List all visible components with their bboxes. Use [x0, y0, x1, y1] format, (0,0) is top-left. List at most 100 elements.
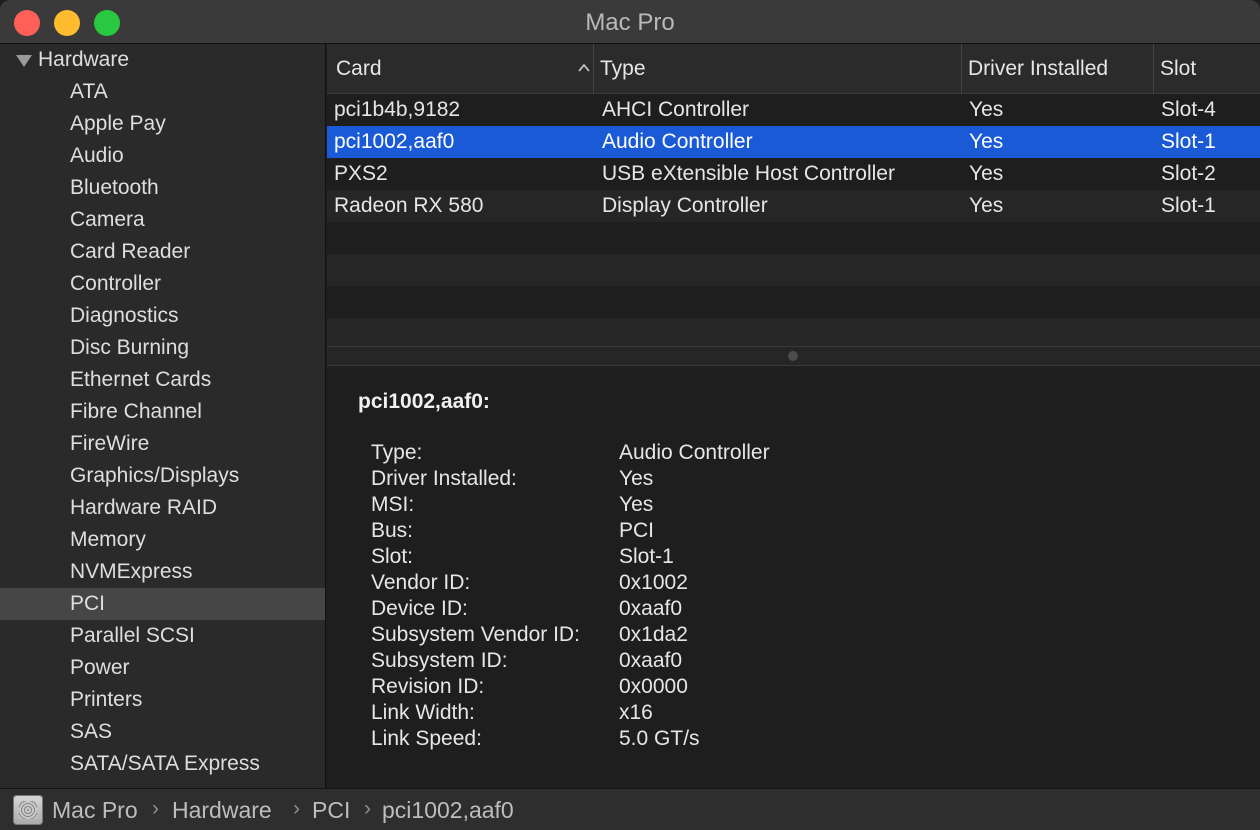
- breadcrumb-pci[interactable]: PCI: [312, 797, 350, 824]
- sidebar-item-nvmexpress[interactable]: NVMExpress: [0, 556, 325, 588]
- detail-field-key: Revision ID:: [371, 675, 485, 698]
- detail-field-key: MSI:: [371, 493, 415, 516]
- sidebar-item-pci[interactable]: PCI: [0, 588, 325, 620]
- column-header-card[interactable]: Card: [336, 44, 598, 94]
- sidebar-item-audio[interactable]: Audio: [0, 140, 325, 172]
- detail-field: Link Width: x16: [371, 700, 971, 726]
- detail-field: Driver Installed: Yes: [371, 466, 971, 492]
- sidebar-item-firewire[interactable]: FireWire: [0, 428, 325, 460]
- sidebar-item-sas[interactable]: SAS: [0, 716, 325, 748]
- sidebar-item-ata[interactable]: ATA: [0, 76, 325, 108]
- column-header-driver-installed[interactable]: Driver Installed: [961, 44, 1153, 94]
- detail-field-key: Subsystem ID:: [371, 649, 508, 672]
- detail-field: Slot: Slot-1: [371, 544, 971, 570]
- detail-field-value: 0xaaf0: [619, 649, 683, 672]
- sidebar-item-printers[interactable]: Printers: [0, 684, 325, 716]
- table-header: Card Type Driver Installed Slot: [327, 44, 1260, 94]
- detail-field-value: 0x1002: [619, 571, 688, 594]
- chevron-right-icon: ›: [293, 797, 300, 820]
- detail-field-value: 0xaaf0: [619, 597, 683, 620]
- table-row[interactable]: Radeon RX 580 Display Controller Yes Slot-1: [327, 190, 1260, 222]
- detail-pane: pci1002,aaf0: Type: Audio Controller Drive…: [327, 366, 1260, 788]
- main-pane: Card Type Driver Installed Slot pci1b4b,…: [327, 44, 1260, 788]
- table-cell: Yes: [969, 162, 1004, 185]
- table-cell: Slot-1: [1161, 194, 1216, 217]
- sidebar-item-graphics-displays[interactable]: Graphics/Displays: [0, 460, 325, 492]
- sidebar-item-diagnostics[interactable]: Diagnostics: [0, 300, 325, 332]
- detail-field-value: Yes: [619, 467, 654, 490]
- detail-field-key: Link Width:: [371, 701, 475, 724]
- title-bar: Mac Pro: [0, 0, 1260, 44]
- detail-field-value: PCI: [619, 519, 655, 542]
- empty-table-row: [327, 222, 1260, 254]
- sidebar: Hardware ATA Apple Pay Audio Bluetooth Camer…: [0, 44, 326, 788]
- detail-field-value: Yes: [619, 493, 654, 516]
- detail-field-value: 0x0000: [619, 675, 688, 698]
- table-row[interactable]: pci1b4b,9182 AHCI Controller Yes Slot-4: [327, 94, 1260, 126]
- detail-field: Vendor ID: 0x1002: [371, 570, 971, 596]
- system-information-window: Mac Pro Hardware ATA Apple Pay Audio Blueto…: [0, 0, 1260, 830]
- table-cell: USB eXtensible Host Controller: [602, 162, 895, 185]
- table-cell: Display Controller: [602, 194, 768, 217]
- table-cell: pci1b4b,9182: [334, 98, 461, 121]
- table-cell: Slot-2: [1161, 162, 1216, 185]
- table-cell: pci1002,aaf0: [334, 130, 455, 153]
- table-row[interactable]: pci1002,aaf0 Audio Controller Yes Slot-1: [327, 126, 1260, 158]
- sidebar-item-apple-pay[interactable]: Apple Pay: [0, 108, 325, 140]
- detail-field-value: Slot-1: [619, 545, 674, 568]
- detail-field: Type: Audio Controller: [371, 440, 971, 466]
- sidebar-item-controller[interactable]: Controller: [0, 268, 325, 300]
- sidebar-item-bluetooth[interactable]: Bluetooth: [0, 172, 325, 204]
- breadcrumb-mac-pro[interactable]: Mac Pro: [52, 797, 138, 824]
- detail-field-key: Type:: [371, 441, 423, 464]
- sidebar-item-memory[interactable]: Memory: [0, 524, 325, 556]
- column-header-label: Driver Installed: [968, 57, 1109, 80]
- table-row[interactable]: PXS2 USB eXtensible Host Controller Yes Slo…: [327, 158, 1260, 190]
- detail-title: pci1002,aaf0:: [358, 390, 490, 413]
- window-title: Mac Pro: [585, 9, 675, 36]
- sidebar-item-hardware-raid[interactable]: Hardware RAID: [0, 492, 325, 524]
- detail-field-value: 5.0 GT/s: [619, 727, 700, 750]
- table-cell: Radeon RX 580: [334, 194, 484, 217]
- detail-field-key: Subsystem Vendor ID:: [371, 623, 580, 646]
- chevron-up-icon[interactable]: [578, 62, 590, 74]
- detail-field: Link Speed: 5.0 GT/s: [371, 726, 971, 752]
- detail-fields: Type: Audio Controller Driver Installed: Ye…: [371, 440, 971, 752]
- chevron-right-icon: ›: [152, 797, 159, 820]
- sidebar-item-card-reader[interactable]: Card Reader: [0, 236, 325, 268]
- table-cell: Yes: [969, 98, 1004, 121]
- column-header-slot[interactable]: Slot: [1153, 44, 1260, 94]
- detail-field: Bus: PCI: [371, 518, 971, 544]
- divider-handle-icon[interactable]: [788, 351, 798, 361]
- sidebar-item-disc-burning[interactable]: Disc Burning: [0, 332, 325, 364]
- triangle-down-icon[interactable]: [16, 55, 32, 67]
- split-view-divider[interactable]: [327, 346, 1260, 366]
- detail-field: Subsystem ID: 0xaaf0: [371, 648, 971, 674]
- detail-field-key: Vendor ID:: [371, 571, 471, 594]
- detail-field: MSI: Yes: [371, 492, 971, 518]
- table-cell: Audio Controller: [602, 130, 753, 153]
- detail-field-key: Slot:: [371, 545, 414, 568]
- column-header-type[interactable]: Type: [593, 44, 963, 94]
- path-bar: Mac Pro › Hardware › PCI › pci1002,aaf0: [0, 788, 1260, 830]
- sidebar-group-label: Hardware: [38, 48, 130, 71]
- sidebar-item-fibre-channel[interactable]: Fibre Channel: [0, 396, 325, 428]
- detail-field: Subsystem Vendor ID: 0x1da2: [371, 622, 971, 648]
- detail-field-value: 0x1da2: [619, 623, 688, 646]
- sidebar-item-ethernet-cards[interactable]: Ethernet Cards: [0, 364, 325, 396]
- detail-field-key: Device ID:: [371, 597, 468, 620]
- mac-pro-icon: [13, 795, 43, 825]
- sidebar-item-power[interactable]: Power: [0, 652, 325, 684]
- sidebar-group-hardware[interactable]: Hardware: [0, 44, 325, 76]
- sidebar-item-camera[interactable]: Camera: [0, 204, 325, 236]
- breadcrumb-hardware[interactable]: Hardware: [172, 797, 272, 824]
- detail-field: Revision ID: 0x0000: [371, 674, 971, 700]
- sidebar-item-sata-sata-express[interactable]: SATA/SATA Express: [0, 748, 325, 780]
- detail-field-key: Bus:: [371, 519, 414, 542]
- detail-field-value: Audio Controller: [619, 441, 770, 464]
- sidebar-item-parallel-scsi[interactable]: Parallel SCSI: [0, 620, 325, 652]
- detail-field-key: Link Speed:: [371, 727, 482, 750]
- breadcrumb-card[interactable]: pci1002,aaf0: [382, 797, 514, 824]
- table-cell: Yes: [969, 194, 1004, 217]
- detail-field-key: Driver Installed:: [371, 467, 517, 490]
